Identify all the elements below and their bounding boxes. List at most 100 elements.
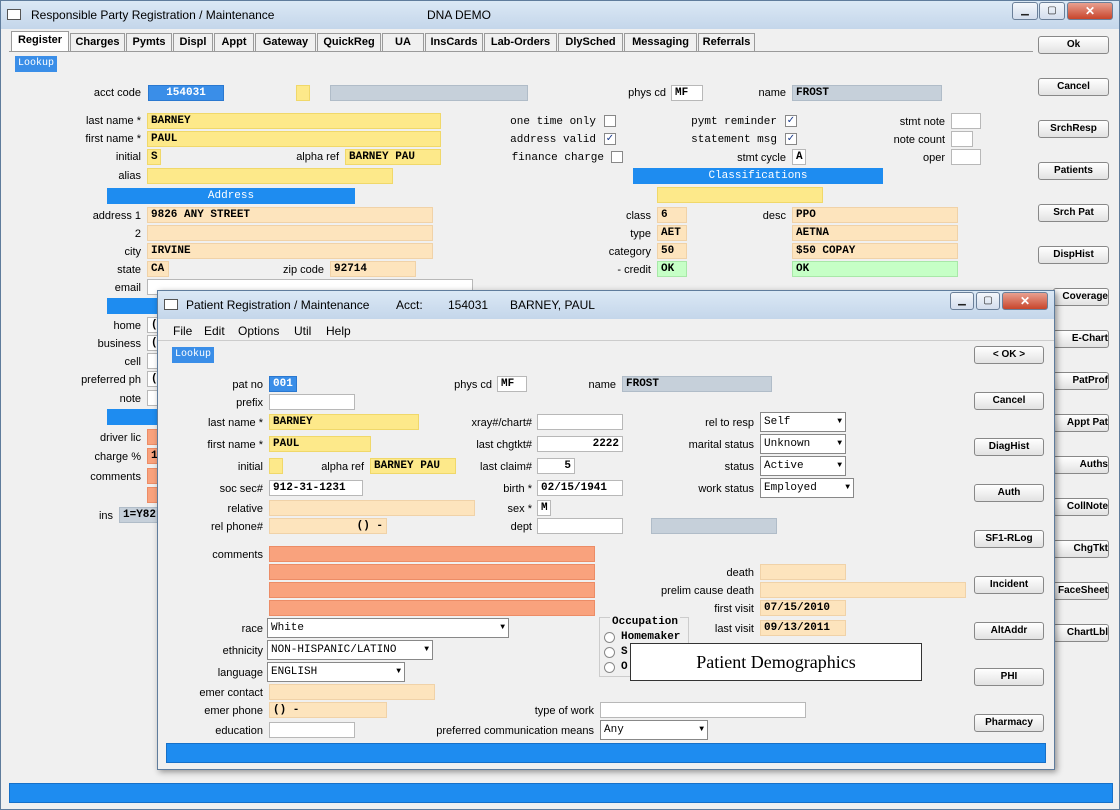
inner-phys-cd-field[interactable]: MF: [497, 376, 527, 392]
tab-messaging[interactable]: Messaging: [624, 33, 697, 51]
emer-phone-field[interactable]: () -: [269, 702, 387, 718]
classification-field[interactable]: [657, 187, 823, 203]
inner-side-button-sf1-rlog[interactable]: SF1-RLog: [974, 530, 1044, 548]
tab-pymts[interactable]: Pymts: [126, 33, 172, 51]
outer-side-button-appt-pat[interactable]: Appt Pat: [1053, 414, 1109, 432]
marital-select[interactable]: Unknown ▼: [760, 434, 846, 454]
occupation-radio-3[interactable]: [604, 662, 615, 673]
outer-side-button-chgtkt[interactable]: ChgTkt: [1053, 540, 1109, 558]
tab-ua[interactable]: UA: [382, 33, 424, 51]
pat-no-field[interactable]: 001: [269, 376, 297, 392]
outer-side-button-srchresp[interactable]: SrchResp: [1038, 120, 1109, 138]
prelim-field[interactable]: [760, 582, 966, 598]
one-time-checkbox[interactable]: [604, 115, 616, 127]
acct-code-field[interactable]: 154031: [148, 85, 224, 101]
outer-side-button-patients[interactable]: Patients: [1038, 162, 1109, 180]
menu-help[interactable]: Help: [326, 324, 351, 338]
occupation-radio-2[interactable]: [604, 647, 615, 658]
death-field[interactable]: [760, 564, 846, 580]
inner-side-button-incident[interactable]: Incident: [974, 576, 1044, 594]
last-name-field[interactable]: BARNEY: [269, 414, 419, 430]
education-field[interactable]: [269, 722, 355, 738]
outer-side-button-patprof[interactable]: PatProf: [1053, 372, 1109, 390]
inner-side-button-phi[interactable]: PHI: [974, 668, 1044, 686]
maximize-icon[interactable]: ▢: [1039, 2, 1065, 20]
finance-charge-checkbox[interactable]: [611, 151, 623, 163]
acct-flag-field[interactable]: [296, 85, 310, 101]
tab-appt[interactable]: Appt: [214, 33, 254, 51]
outer-side-button-facesheet[interactable]: FaceSheet: [1053, 582, 1109, 600]
close-icon[interactable]: ✕: [1067, 2, 1113, 20]
class-field[interactable]: 6: [657, 207, 687, 223]
credit-field[interactable]: OK: [657, 261, 687, 277]
tab-referrals[interactable]: Referrals: [698, 33, 755, 51]
category-field[interactable]: 50: [657, 243, 687, 259]
work-status-select[interactable]: Employed ▼: [760, 478, 854, 498]
outer-phys-cd-field[interactable]: MF: [671, 85, 703, 101]
tab-lab-orders[interactable]: Lab-Orders: [484, 33, 557, 51]
outer-alpha-ref-field[interactable]: BARNEY PAU: [345, 149, 441, 165]
sex-field[interactable]: M: [537, 500, 551, 516]
language-select[interactable]: ENGLISH ▼: [267, 662, 405, 682]
outer-side-button-e-chart[interactable]: E-Chart: [1053, 330, 1109, 348]
comments-line-3[interactable]: [269, 582, 595, 598]
occupation-radio-1[interactable]: [604, 632, 615, 643]
menu-file[interactable]: File: [173, 324, 192, 338]
soc-sec-field[interactable]: 912-31-1231: [269, 480, 363, 496]
status-select[interactable]: Active ▼: [760, 456, 846, 476]
inner-side-button-altaddr[interactable]: AltAddr: [974, 622, 1044, 640]
tab-displ[interactable]: Displ: [173, 33, 213, 51]
tab-dlysched[interactable]: DlySched: [558, 33, 623, 51]
inner-minimize-icon[interactable]: ▁: [950, 292, 974, 310]
tab-inscards[interactable]: InsCards: [425, 33, 483, 51]
xray-field[interactable]: [537, 414, 623, 430]
race-select[interactable]: White ▼: [267, 618, 509, 638]
alias-field[interactable]: [147, 168, 393, 184]
tab-register[interactable]: Register: [11, 31, 69, 51]
pymt-reminder-checkbox[interactable]: ✓: [785, 115, 797, 127]
comments-line-4[interactable]: [269, 600, 595, 616]
inner-side-button-pharmacy[interactable]: Pharmacy: [974, 714, 1044, 732]
inner-side-button-cancel[interactable]: Cancel: [974, 392, 1044, 410]
outer-side-button-cancel[interactable]: Cancel: [1038, 78, 1109, 96]
menu-edit[interactable]: Edit: [204, 324, 225, 338]
outer-side-button-collnote[interactable]: CollNote: [1053, 498, 1109, 516]
birth-field[interactable]: 02/15/1941: [537, 480, 623, 496]
inner-lookup-button[interactable]: Lookup: [172, 347, 215, 363]
outer-first-name-field[interactable]: PAUL: [147, 131, 441, 147]
minimize-icon[interactable]: ▁: [1012, 2, 1038, 20]
dept-field[interactable]: [537, 518, 623, 534]
alpha-ref-field[interactable]: BARNEY PAU: [370, 458, 456, 474]
tab-gateway[interactable]: Gateway: [255, 33, 316, 51]
tab-charges[interactable]: Charges: [70, 33, 125, 51]
inner-close-icon[interactable]: ✕: [1002, 292, 1048, 310]
first-name-field[interactable]: PAUL: [269, 436, 371, 452]
outer-side-button-chartlbl[interactable]: ChartLbl: [1053, 624, 1109, 642]
outer-side-button-coverage[interactable]: Coverage: [1053, 288, 1109, 306]
state-field[interactable]: CA: [147, 261, 169, 277]
menu-options[interactable]: Options: [238, 324, 279, 338]
outer-initial-field[interactable]: S: [147, 149, 161, 165]
inner-side-button-auth[interactable]: Auth: [974, 484, 1044, 502]
inner-side-button-ok[interactable]: < OK >: [974, 346, 1044, 364]
emer-contact-field[interactable]: [269, 684, 435, 700]
stmt-cycle-field[interactable]: A: [792, 149, 806, 165]
outer-side-button-disphist[interactable]: DispHist: [1038, 246, 1109, 264]
comments-line-2[interactable]: [269, 564, 595, 580]
inner-side-button-diaghist[interactable]: DiagHist: [974, 438, 1044, 456]
type-of-work-field[interactable]: [600, 702, 806, 718]
type-field[interactable]: AET: [657, 225, 687, 241]
address2-field[interactable]: [147, 225, 433, 241]
outer-side-button-srch-pat[interactable]: Srch Pat: [1038, 204, 1109, 222]
address-valid-checkbox[interactable]: ✓: [604, 133, 616, 145]
prefix-field[interactable]: [269, 394, 355, 410]
outer-side-button-auths[interactable]: Auths: [1053, 456, 1109, 474]
outer-last-name-field[interactable]: BARNEY: [147, 113, 441, 129]
outer-side-button-ok[interactable]: Ok: [1038, 36, 1109, 54]
initial-field[interactable]: [269, 458, 283, 474]
rel-phone-field[interactable]: () -: [269, 518, 387, 534]
stmt-note-field[interactable]: [951, 113, 981, 129]
rel-to-resp-select[interactable]: Self ▼: [760, 412, 846, 432]
comments-line-1[interactable]: [269, 546, 595, 562]
relative-field[interactable]: [269, 500, 475, 516]
